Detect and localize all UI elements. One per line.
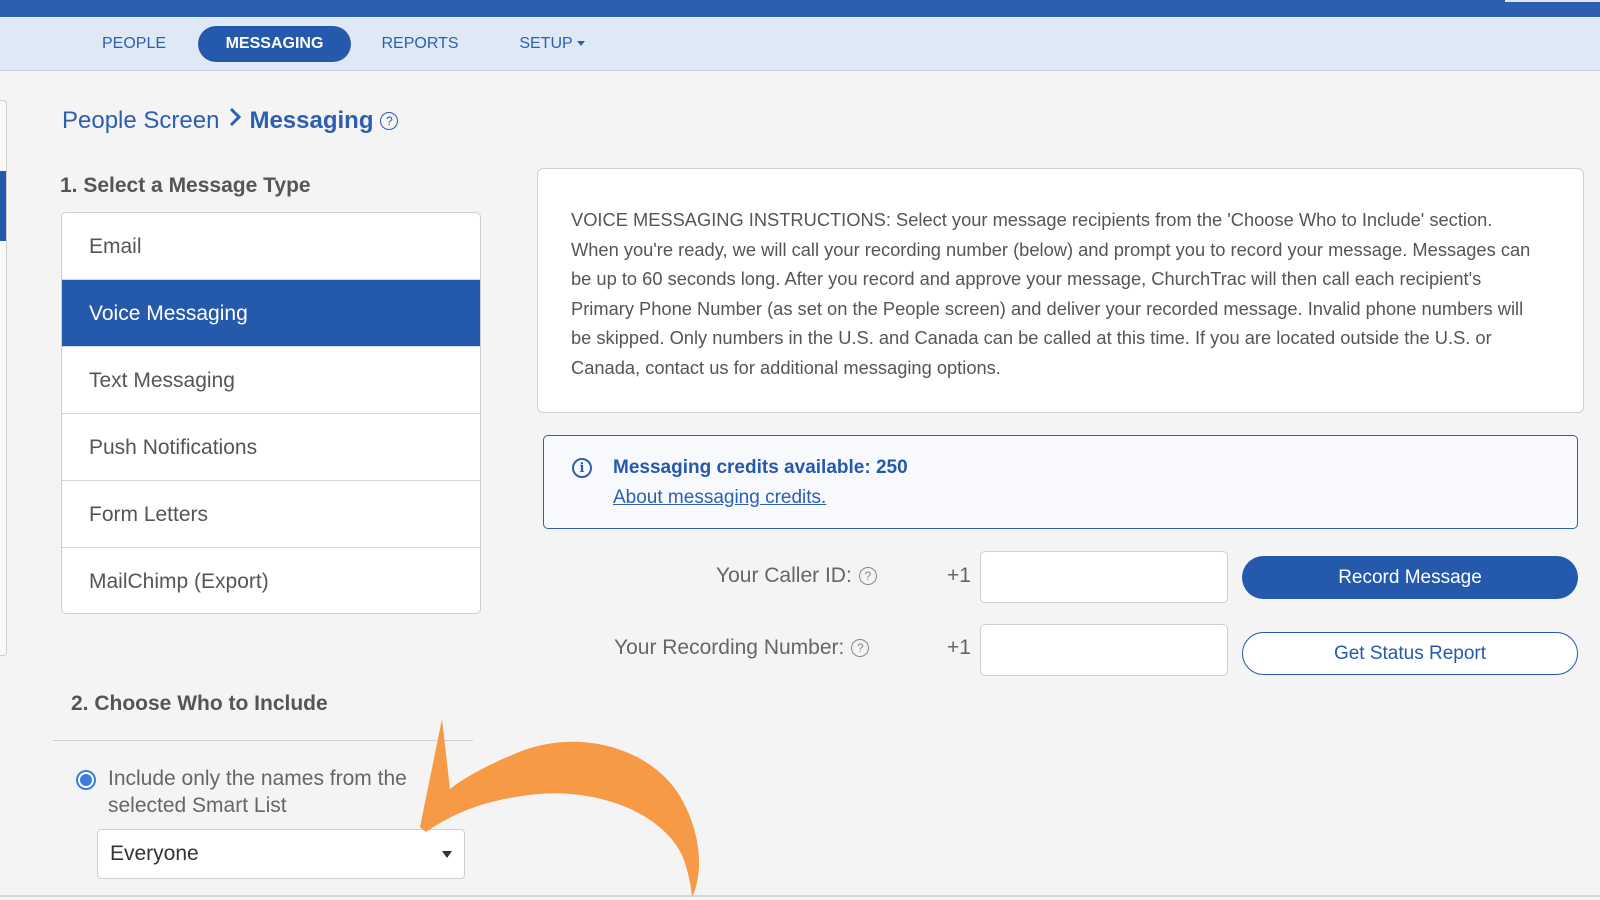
chevron-right-icon — [228, 106, 242, 135]
nav-setup-label: SETUP — [519, 35, 573, 52]
credits-available: Messaging credits available: 250 — [613, 457, 908, 478]
credits-info-box: i Messaging credits available: 250 About… — [543, 435, 1578, 529]
recording-number-label: Your Recording Number: ? — [614, 636, 870, 660]
help-icon[interactable]: ? — [380, 111, 399, 130]
caret-down-icon — [442, 851, 452, 858]
section-divider — [53, 740, 473, 741]
annotation-arrow-icon — [420, 719, 700, 897]
main-nav: PEOPLE MESSAGING REPORTS SETUP — [0, 17, 1600, 71]
breadcrumb-parent[interactable]: People Screen — [62, 107, 219, 135]
voice-instructions: VOICE MESSAGING INSTRUCTIONS: Select you… — [537, 168, 1584, 413]
help-icon[interactable]: ? — [851, 639, 870, 657]
info-icon: i — [572, 458, 592, 478]
top-bar — [0, 0, 1600, 17]
caller-id-input[interactable] — [980, 551, 1228, 603]
side-panel-edge[interactable] — [0, 100, 7, 656]
smart-list-radio[interactable] — [76, 770, 96, 790]
smart-list-select[interactable]: Everyone — [97, 829, 465, 879]
recording-number-input[interactable] — [980, 624, 1228, 676]
caller-id-prefix: +1 — [947, 564, 971, 587]
message-type-form-letters[interactable]: Form Letters — [62, 481, 480, 548]
message-type-voice[interactable]: Voice Messaging — [62, 280, 480, 347]
nav-people[interactable]: PEOPLE — [86, 26, 182, 62]
breadcrumb: People Screen Messaging ? — [62, 106, 399, 135]
smart-list-selected: Everyone — [110, 842, 199, 865]
side-panel-accent — [0, 171, 6, 241]
bottom-border — [0, 895, 1600, 897]
nav-messaging[interactable]: MESSAGING — [198, 26, 351, 62]
smart-list-option: Include only the names from the selected… — [76, 765, 438, 819]
message-type-mailchimp[interactable]: MailChimp (Export) — [62, 548, 480, 613]
record-message-button[interactable]: Record Message — [1242, 556, 1578, 599]
get-status-report-button[interactable]: Get Status Report — [1242, 632, 1578, 675]
nav-setup[interactable]: SETUP — [510, 26, 594, 62]
caller-id-label-text: Your Caller ID: — [716, 564, 852, 587]
message-type-text[interactable]: Text Messaging — [62, 347, 480, 414]
message-type-list: Email Voice Messaging Text Messaging Pus… — [61, 212, 481, 614]
top-bar-corner — [1505, 0, 1600, 2]
about-credits-link[interactable]: About messaging credits. — [613, 487, 826, 509]
smart-list-radio-label: Include only the names from the selected… — [108, 767, 407, 817]
help-icon[interactable]: ? — [858, 567, 877, 585]
message-type-push[interactable]: Push Notifications — [62, 414, 480, 481]
recording-number-prefix: +1 — [947, 636, 971, 659]
radio-dot — [80, 774, 92, 786]
caret-down-icon — [576, 41, 585, 47]
breadcrumb-current: Messaging — [249, 106, 374, 134]
section-title-choose-who: 2. Choose Who to Include — [71, 692, 328, 715]
section-title-message-type: 1. Select a Message Type — [60, 174, 311, 197]
nav-reports[interactable]: REPORTS — [370, 26, 470, 62]
caller-id-label: Your Caller ID: ? — [716, 564, 877, 588]
message-type-email[interactable]: Email — [62, 213, 480, 280]
recording-number-label-text: Your Recording Number: — [614, 636, 845, 659]
